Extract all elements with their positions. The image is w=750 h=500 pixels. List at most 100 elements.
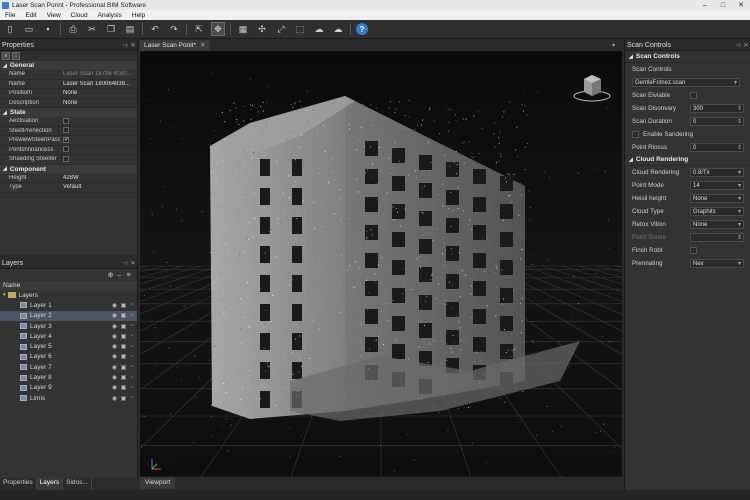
color-icon[interactable]: ▫ [128, 354, 137, 360]
scan-checkbox[interactable] [690, 247, 697, 254]
color-icon[interactable]: ▫ [128, 385, 137, 391]
layer-row[interactable]: Layer 7 ◉ ▣ ▫ [0, 362, 137, 372]
prop-row[interactable]: PrewiewSteenPass [0, 136, 137, 146]
color-icon[interactable]: ▫ [128, 344, 137, 350]
paste-icon[interactable]: ▤ [123, 22, 137, 36]
scan-spin-field[interactable]: 300 [690, 104, 744, 113]
menu-icon[interactable]: ≡ [124, 272, 133, 279]
panel-close-icon[interactable]: ✕ [129, 260, 137, 267]
grid-icon[interactable]: ▦ [236, 22, 250, 36]
scan-checkbox[interactable] [690, 92, 697, 99]
scan-section-controls[interactable]: ◢ Scan Controls [625, 51, 750, 63]
prop-row[interactable]: Shaeding Steeiter [0, 155, 137, 165]
tab-close-icon[interactable]: ✕ [200, 42, 205, 49]
clip-box-icon[interactable]: ⬚ [293, 22, 307, 36]
lock-icon[interactable]: ▣ [119, 353, 128, 360]
layer-row[interactable]: Layer 4 ◉ ▣ ▫ [0, 331, 137, 341]
scan-select-field[interactable]: 14 [690, 181, 744, 190]
scan-select-field[interactable]: 0.8/Tx [690, 168, 744, 177]
layer-row[interactable]: Layer 2 ◉ ▣ ▫ [0, 310, 137, 321]
layer-row[interactable]: Layer 8 ◉ ▣ ▫ [0, 372, 137, 382]
cloud-export-icon[interactable]: ☁ [331, 22, 345, 36]
pin-icon[interactable]: ⊣ [121, 260, 129, 267]
undo-icon[interactable]: ↶ [148, 22, 162, 36]
prop-section-component[interactable]: ◢ Component [0, 164, 137, 174]
menu-edit[interactable]: Edit [20, 12, 41, 19]
prop-row[interactable]: Type Vefault [0, 183, 137, 193]
measure-icon[interactable]: ⤢ [274, 22, 288, 36]
prop-checkbox[interactable] [63, 155, 69, 162]
menu-cloud[interactable]: Cloud [66, 12, 93, 19]
tab-viewport[interactable]: Viewport [140, 477, 176, 489]
lock-icon[interactable]: ▣ [119, 374, 128, 381]
select-icon[interactable]: ⇱ [192, 22, 206, 36]
layer-row[interactable]: Layer 6 ◉ ▣ ▫ [0, 352, 137, 362]
scan-spin-field[interactable] [690, 233, 744, 242]
tab-menu-icon[interactable]: ▾ [612, 42, 622, 49]
open-folder-icon[interactable]: ▭ [22, 22, 36, 36]
color-icon[interactable]: ▫ [128, 375, 137, 381]
tab-laser-scan[interactable]: Laser Scan Ponit* ✕ [140, 40, 210, 51]
menu-file[interactable]: File [0, 12, 20, 19]
layer-row[interactable]: Layer 3 ◉ ▣ ▫ [0, 321, 137, 331]
visibility-eye-icon[interactable]: ◉ [110, 395, 119, 402]
menu-analysis[interactable]: Analysis [93, 12, 127, 19]
cut-icon[interactable]: ✂ [85, 22, 99, 36]
prop-row[interactable]: Aectivation [0, 117, 137, 127]
lock-icon[interactable]: ▣ [119, 302, 128, 309]
lock-icon[interactable]: ▣ [119, 323, 128, 330]
3d-viewport[interactable] [140, 51, 622, 477]
lock-icon[interactable]: ▣ [119, 384, 128, 391]
color-icon[interactable]: ▫ [128, 313, 137, 319]
new-file-icon[interactable]: ▯ [3, 22, 17, 36]
prop-checkbox[interactable] [63, 127, 69, 134]
categorized-icon[interactable]: ≡ [2, 52, 10, 60]
cloud-import-icon[interactable]: ☁ [312, 22, 326, 36]
panel-close-icon[interactable]: ✕ [129, 42, 137, 49]
menu-view[interactable]: View [42, 12, 66, 19]
save-icon[interactable]: ▪ [41, 22, 55, 36]
prop-row[interactable]: Name Laser Scan 18796 4/3/0... [0, 70, 137, 80]
maximize-button[interactable]: □ [714, 2, 732, 9]
color-icon[interactable]: ▫ [128, 302, 137, 308]
color-icon[interactable]: ▫ [128, 395, 137, 401]
print-icon[interactable]: ⎙ [66, 22, 80, 36]
scan-spin-field[interactable]: 0 [690, 143, 744, 152]
prop-row[interactable]: Name Laser Scan 180064838... [0, 80, 137, 89]
redo-icon[interactable]: ↷ [167, 22, 181, 36]
prop-checkbox[interactable] [63, 117, 69, 124]
visibility-eye-icon[interactable]: ◉ [110, 353, 119, 360]
prop-checkbox[interactable] [63, 146, 69, 153]
prop-row[interactable]: Positiom None [0, 89, 137, 99]
scan-file-select[interactable]: GentleFrimez.scan [632, 78, 740, 87]
menu-help[interactable]: Help [127, 12, 150, 19]
scan-select-field[interactable]: Graphits [690, 207, 744, 216]
sort-icon[interactable]: ↕ [12, 52, 20, 60]
prop-checkbox-checked[interactable] [63, 136, 69, 143]
layer-row[interactable]: Layer 1 ◉ ▣ ▫ [0, 300, 137, 310]
prop-row[interactable]: Height 428W [0, 174, 137, 183]
layer-row[interactable]: Layer 5 ◉ ▣ ▫ [0, 341, 137, 351]
prop-row[interactable]: Pontshnnancess [0, 146, 137, 155]
color-icon[interactable]: ▫ [128, 333, 137, 339]
visibility-eye-icon[interactable]: ◉ [110, 364, 119, 371]
color-icon[interactable]: ▫ [128, 323, 137, 329]
prop-section-state[interactable]: ◢ State [0, 108, 137, 117]
scan-spin-field[interactable]: 0 [690, 117, 744, 126]
move-icon[interactable]: ✥ [211, 22, 225, 36]
scan-select-field[interactable]: Nex [690, 259, 744, 268]
scan-select-field[interactable]: None [690, 194, 744, 203]
remove-layer-icon[interactable]: – [115, 272, 124, 279]
lock-icon[interactable]: ▣ [119, 395, 128, 402]
prop-row[interactable]: Description None [0, 99, 137, 108]
visibility-eye-icon[interactable]: ◉ [110, 374, 119, 381]
visibility-eye-icon[interactable]: ◉ [110, 343, 119, 350]
pin-icon[interactable]: ⊣ [121, 42, 129, 49]
transform-icon[interactable]: ✣ [255, 22, 269, 36]
layer-row[interactable]: Layer 9 ◉ ▣ ▫ [0, 383, 137, 393]
lock-icon[interactable]: ▣ [119, 364, 128, 371]
help-icon[interactable]: ? [356, 23, 368, 35]
scan-section-cloud-rendering[interactable]: ◢ Cloud Rendering [625, 154, 750, 166]
lock-icon[interactable]: ▣ [119, 312, 128, 319]
prop-row[interactable]: SteetPrenection [0, 127, 137, 136]
